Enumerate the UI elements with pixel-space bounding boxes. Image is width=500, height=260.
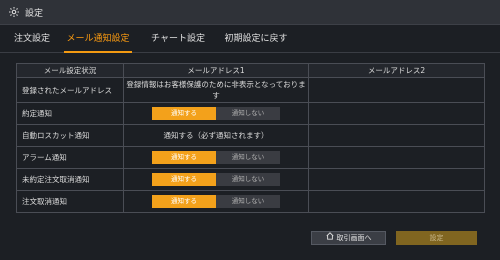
- address2-cell: [308, 102, 485, 125]
- row-label-auto-losscut: 自動ロスカット通知: [16, 124, 124, 147]
- row-label-execution: 約定通知: [16, 102, 124, 125]
- order-cancel-notify-on[interactable]: 通知する: [152, 195, 216, 208]
- header-status: メール設定状況: [16, 63, 124, 78]
- tab-order-settings[interactable]: 注文設定: [14, 25, 50, 53]
- gear-icon: [7, 5, 21, 19]
- window-titlebar: 設定: [0, 0, 500, 25]
- order-cancel-toggle: 通知する 通知しない: [152, 195, 280, 208]
- execution-toggle: 通知する 通知しない: [152, 107, 280, 120]
- registered-address-note: 登録情報はお客様保護のために非表示となっております: [123, 77, 309, 103]
- window-title: 設定: [25, 8, 44, 19]
- auto-losscut-value: 通知する（必ず通知されます）: [123, 124, 309, 147]
- tab-chart-settings[interactable]: チャート設定: [151, 25, 205, 53]
- mail-settings-table: メール設定状況 メールアドレス1 メールアドレス2 登録されたメールアドレス 登…: [16, 63, 485, 213]
- address2-cell: [308, 168, 485, 191]
- alarm-notify-off[interactable]: 通知しない: [216, 151, 280, 164]
- unfilled-cancel-notify-on[interactable]: 通知する: [152, 173, 216, 186]
- trade-screen-button[interactable]: 取引画面へ: [311, 231, 386, 245]
- row-label-order-cancel: 注文取消通知: [16, 190, 124, 213]
- tab-reset-defaults[interactable]: 初期設定に戻す: [222, 25, 290, 53]
- trade-screen-label: 取引画面へ: [336, 234, 372, 242]
- address2-cell: [308, 190, 485, 213]
- order-cancel-notify-off[interactable]: 通知しない: [216, 195, 280, 208]
- address2-cell: [308, 124, 485, 147]
- save-settings-button[interactable]: 設定: [396, 231, 477, 245]
- tab-bar: 注文設定 メール通知設定 チャート設定 初期設定に戻す: [0, 25, 500, 53]
- tab-mail-notification[interactable]: メール通知設定: [64, 25, 132, 53]
- address2-cell: [308, 77, 485, 103]
- execution-notify-off[interactable]: 通知しない: [216, 107, 280, 120]
- home-icon: [325, 231, 334, 245]
- header-address2: メールアドレス2: [308, 63, 485, 78]
- alarm-notify-on[interactable]: 通知する: [152, 151, 216, 164]
- row-label-registered: 登録されたメールアドレス: [16, 77, 124, 103]
- unfilled-cancel-toggle: 通知する 通知しない: [152, 173, 280, 186]
- row-label-alarm: アラーム通知: [16, 146, 124, 169]
- header-address1: メールアドレス1: [123, 63, 309, 78]
- row-label-unfilled-cancel: 未約定注文取消通知: [16, 168, 124, 191]
- execution-notify-on[interactable]: 通知する: [152, 107, 216, 120]
- unfilled-cancel-notify-off[interactable]: 通知しない: [216, 173, 280, 186]
- address2-cell: [308, 146, 485, 169]
- alarm-toggle: 通知する 通知しない: [152, 151, 280, 164]
